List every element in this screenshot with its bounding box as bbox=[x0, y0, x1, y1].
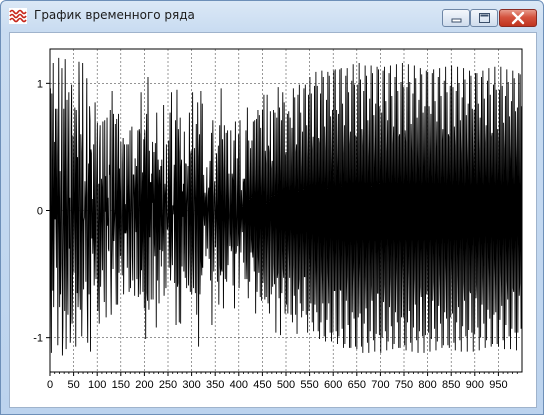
y-tick-label: 0 bbox=[37, 206, 43, 218]
x-tick-label: 150 bbox=[112, 379, 130, 391]
minimize-icon bbox=[451, 18, 462, 23]
app-window: График временного ряда 0 50 100 150 200 250 30… bbox=[0, 0, 544, 415]
x-tick-label: 100 bbox=[88, 379, 106, 391]
maximize-icon bbox=[479, 13, 490, 23]
x-tick-label: 900 bbox=[466, 379, 484, 391]
chart-area: 0 50 100 150 200 250 300 350 400 450 500 550 600 650 7… bbox=[9, 32, 537, 408]
x-tick-label: 550 bbox=[300, 379, 318, 391]
x-tick-label: 600 bbox=[324, 379, 342, 391]
y-tick-label: -1 bbox=[33, 333, 43, 345]
close-icon bbox=[511, 11, 525, 25]
close-button[interactable] bbox=[499, 9, 537, 27]
x-tick-label: 500 bbox=[277, 379, 295, 391]
time-series-chart: 0 50 100 150 200 250 300 350 400 450 500 550 600 650 7… bbox=[33, 48, 523, 391]
title-bar[interactable]: График временного ряда bbox=[1, 1, 543, 31]
wave-chart-icon bbox=[9, 8, 27, 24]
x-tick-label: 50 bbox=[67, 379, 79, 391]
maximize-button[interactable] bbox=[470, 9, 498, 27]
x-tick-label: 950 bbox=[489, 379, 507, 391]
x-tick-label: 350 bbox=[206, 379, 224, 391]
x-tick-label: 0 bbox=[47, 379, 53, 391]
x-tick-label: 750 bbox=[395, 379, 413, 391]
x-tick-label: 650 bbox=[348, 379, 366, 391]
x-tick-label: 300 bbox=[182, 379, 200, 391]
x-tick-label: 800 bbox=[418, 379, 436, 391]
x-tick-label: 700 bbox=[371, 379, 389, 391]
y-tick-label: 1 bbox=[37, 78, 43, 90]
window-title: График временного ряда bbox=[34, 8, 195, 22]
x-tick-label: 450 bbox=[253, 379, 271, 391]
x-tick-label: 850 bbox=[442, 379, 460, 391]
x-tick-label: 250 bbox=[159, 379, 177, 391]
x-tick-label: 200 bbox=[135, 379, 153, 391]
x-tick-label: 400 bbox=[230, 379, 248, 391]
minimize-button[interactable] bbox=[442, 9, 470, 27]
